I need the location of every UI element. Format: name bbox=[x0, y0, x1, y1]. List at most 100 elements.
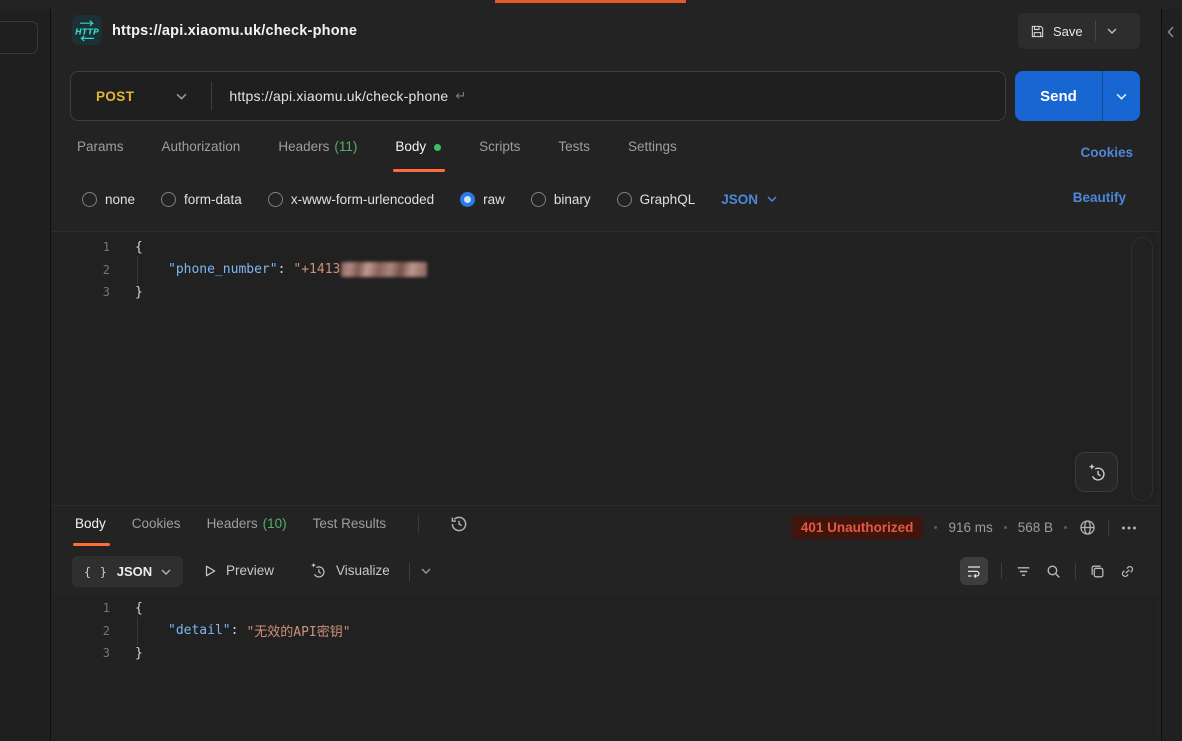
response-size: 568 B bbox=[1018, 520, 1053, 535]
tab-params[interactable]: Params bbox=[77, 137, 124, 172]
toolbar-more-chevron[interactable] bbox=[421, 568, 431, 574]
request-url-bar: POST https://api.xiaomu.uk/check-phone ↵ bbox=[70, 71, 1006, 121]
filter-button[interactable] bbox=[1015, 563, 1032, 580]
json-value: "无效的API密钥" bbox=[246, 621, 350, 640]
code-line: 1 { bbox=[52, 236, 1158, 259]
tab-settings[interactable]: Settings bbox=[628, 137, 677, 172]
tab-count: (10) bbox=[263, 514, 287, 534]
tab-label: Scripts bbox=[479, 137, 520, 157]
tab-label: Tests bbox=[558, 137, 590, 157]
tab-label: Params bbox=[77, 137, 124, 157]
tab-tests[interactable]: Tests bbox=[558, 137, 590, 172]
code-token: { bbox=[135, 240, 143, 255]
save-button[interactable]: Save bbox=[1018, 13, 1095, 49]
body-type-form-data[interactable]: form-data bbox=[161, 192, 242, 207]
body-type-selector: none form-data x-www-form-urlencoded raw… bbox=[82, 188, 777, 210]
raw-format-dropdown[interactable]: JSON bbox=[721, 192, 777, 207]
method-chevron-down-icon[interactable] bbox=[176, 93, 187, 100]
response-format-label: JSON bbox=[117, 564, 152, 579]
radio-icon bbox=[617, 192, 632, 207]
method-selector[interactable]: POST bbox=[96, 89, 134, 104]
body-type-graphql[interactable]: GraphQL bbox=[617, 192, 696, 207]
chevron-down-icon bbox=[1116, 93, 1127, 100]
response-time: 916 ms bbox=[948, 520, 992, 535]
chevron-down-icon bbox=[767, 196, 777, 202]
tab-scripts[interactable]: Scripts bbox=[479, 137, 520, 172]
globe-icon bbox=[1078, 518, 1097, 537]
request-title: https://api.xiaomu.uk/check-phone bbox=[112, 23, 357, 39]
chevron-down-icon bbox=[1107, 28, 1117, 34]
tab-body[interactable]: Body bbox=[395, 137, 441, 172]
response-tab-test-results[interactable]: Test Results bbox=[313, 514, 387, 546]
code-token: } bbox=[135, 285, 143, 300]
code-line: 2 "phone_number":"+1413 bbox=[52, 259, 1158, 282]
tab-authorization[interactable]: Authorization bbox=[162, 137, 241, 172]
api-client-window: HTTP https://api.xiaomu.uk/check-phone S… bbox=[0, 0, 1182, 741]
editor-scrollbar-track[interactable] bbox=[1131, 237, 1153, 501]
save-options-button[interactable] bbox=[1096, 13, 1129, 49]
line-number: 3 bbox=[52, 646, 110, 660]
line-number: 3 bbox=[52, 285, 110, 299]
body-type-urlencoded[interactable]: x-www-form-urlencoded bbox=[268, 192, 434, 207]
option-label: x-www-form-urlencoded bbox=[291, 192, 434, 207]
send-options-button[interactable] bbox=[1103, 93, 1140, 100]
response-editor-actions bbox=[960, 557, 1136, 585]
response-tab-headers[interactable]: Headers(10) bbox=[207, 514, 287, 546]
option-label: raw bbox=[483, 192, 505, 207]
dot-separator bbox=[934, 526, 937, 529]
url-input[interactable]: https://api.xiaomu.uk/check-phone bbox=[229, 88, 448, 104]
postbot-assistant-button[interactable] bbox=[1075, 452, 1118, 492]
option-label: binary bbox=[554, 192, 591, 207]
line-number: 1 bbox=[52, 240, 110, 254]
code-line: 3 } bbox=[52, 281, 1158, 304]
response-tab-body[interactable]: Body bbox=[75, 514, 106, 546]
send-button-group: Send bbox=[1015, 71, 1140, 121]
tab-label: Test Results bbox=[313, 514, 387, 534]
search-button[interactable] bbox=[1045, 563, 1062, 580]
tabs-divider bbox=[418, 515, 419, 533]
left-sidebar-rail[interactable] bbox=[0, 9, 51, 741]
preview-button[interactable]: Preview bbox=[203, 563, 274, 578]
body-type-binary[interactable]: binary bbox=[531, 192, 591, 207]
history-icon bbox=[449, 514, 469, 534]
sidebar-collapsed-tab[interactable] bbox=[0, 21, 38, 54]
visualize-button[interactable]: Visualize bbox=[308, 561, 390, 580]
radio-icon bbox=[82, 192, 97, 207]
radio-icon bbox=[161, 192, 176, 207]
filter-icon bbox=[1015, 563, 1032, 580]
share-link-button[interactable] bbox=[1119, 563, 1136, 580]
wrap-text-button[interactable] bbox=[960, 557, 988, 585]
tab-label: Settings bbox=[628, 137, 677, 157]
tab-headers[interactable]: Headers(11) bbox=[278, 137, 357, 172]
enter-key-icon: ↵ bbox=[455, 88, 466, 104]
option-label: none bbox=[105, 192, 135, 207]
json-value: "+1413 bbox=[293, 262, 340, 277]
code-line: 3 } bbox=[52, 642, 1158, 665]
radio-icon bbox=[531, 192, 546, 207]
response-format-dropdown[interactable]: { } JSON bbox=[72, 556, 183, 587]
body-type-raw[interactable]: raw bbox=[460, 192, 505, 207]
postbot-sparkle-icon bbox=[1086, 462, 1107, 483]
visualize-sparkle-icon bbox=[308, 561, 327, 580]
right-sidebar-rail[interactable] bbox=[1161, 9, 1182, 741]
body-type-none[interactable]: none bbox=[82, 192, 135, 207]
request-body-editor[interactable]: 1 { 2 "phone_number":"+1413 3 } bbox=[52, 231, 1158, 505]
copy-response-button[interactable] bbox=[1089, 563, 1106, 580]
code-token: } bbox=[135, 646, 143, 661]
network-info-button[interactable] bbox=[1078, 518, 1097, 537]
option-label: form-data bbox=[184, 192, 242, 207]
collapse-panel-icon[interactable] bbox=[1167, 26, 1175, 38]
radio-icon bbox=[268, 192, 283, 207]
more-options-button[interactable] bbox=[1120, 519, 1138, 537]
response-history-button[interactable] bbox=[449, 514, 469, 534]
beautify-link[interactable]: Beautify bbox=[1073, 190, 1126, 205]
line-number: 1 bbox=[52, 601, 110, 615]
response-tab-cookies[interactable]: Cookies bbox=[132, 514, 181, 546]
save-icon bbox=[1030, 24, 1045, 39]
url-bar-divider bbox=[211, 82, 212, 110]
dot-separator bbox=[1004, 526, 1007, 529]
response-body-editor[interactable]: 1 { 2 "detail":"无效的API密钥" 3 } bbox=[52, 596, 1158, 741]
cookies-link[interactable]: Cookies bbox=[1080, 145, 1133, 160]
send-button[interactable]: Send bbox=[1015, 88, 1102, 105]
unsaved-changes-dot bbox=[434, 144, 441, 151]
